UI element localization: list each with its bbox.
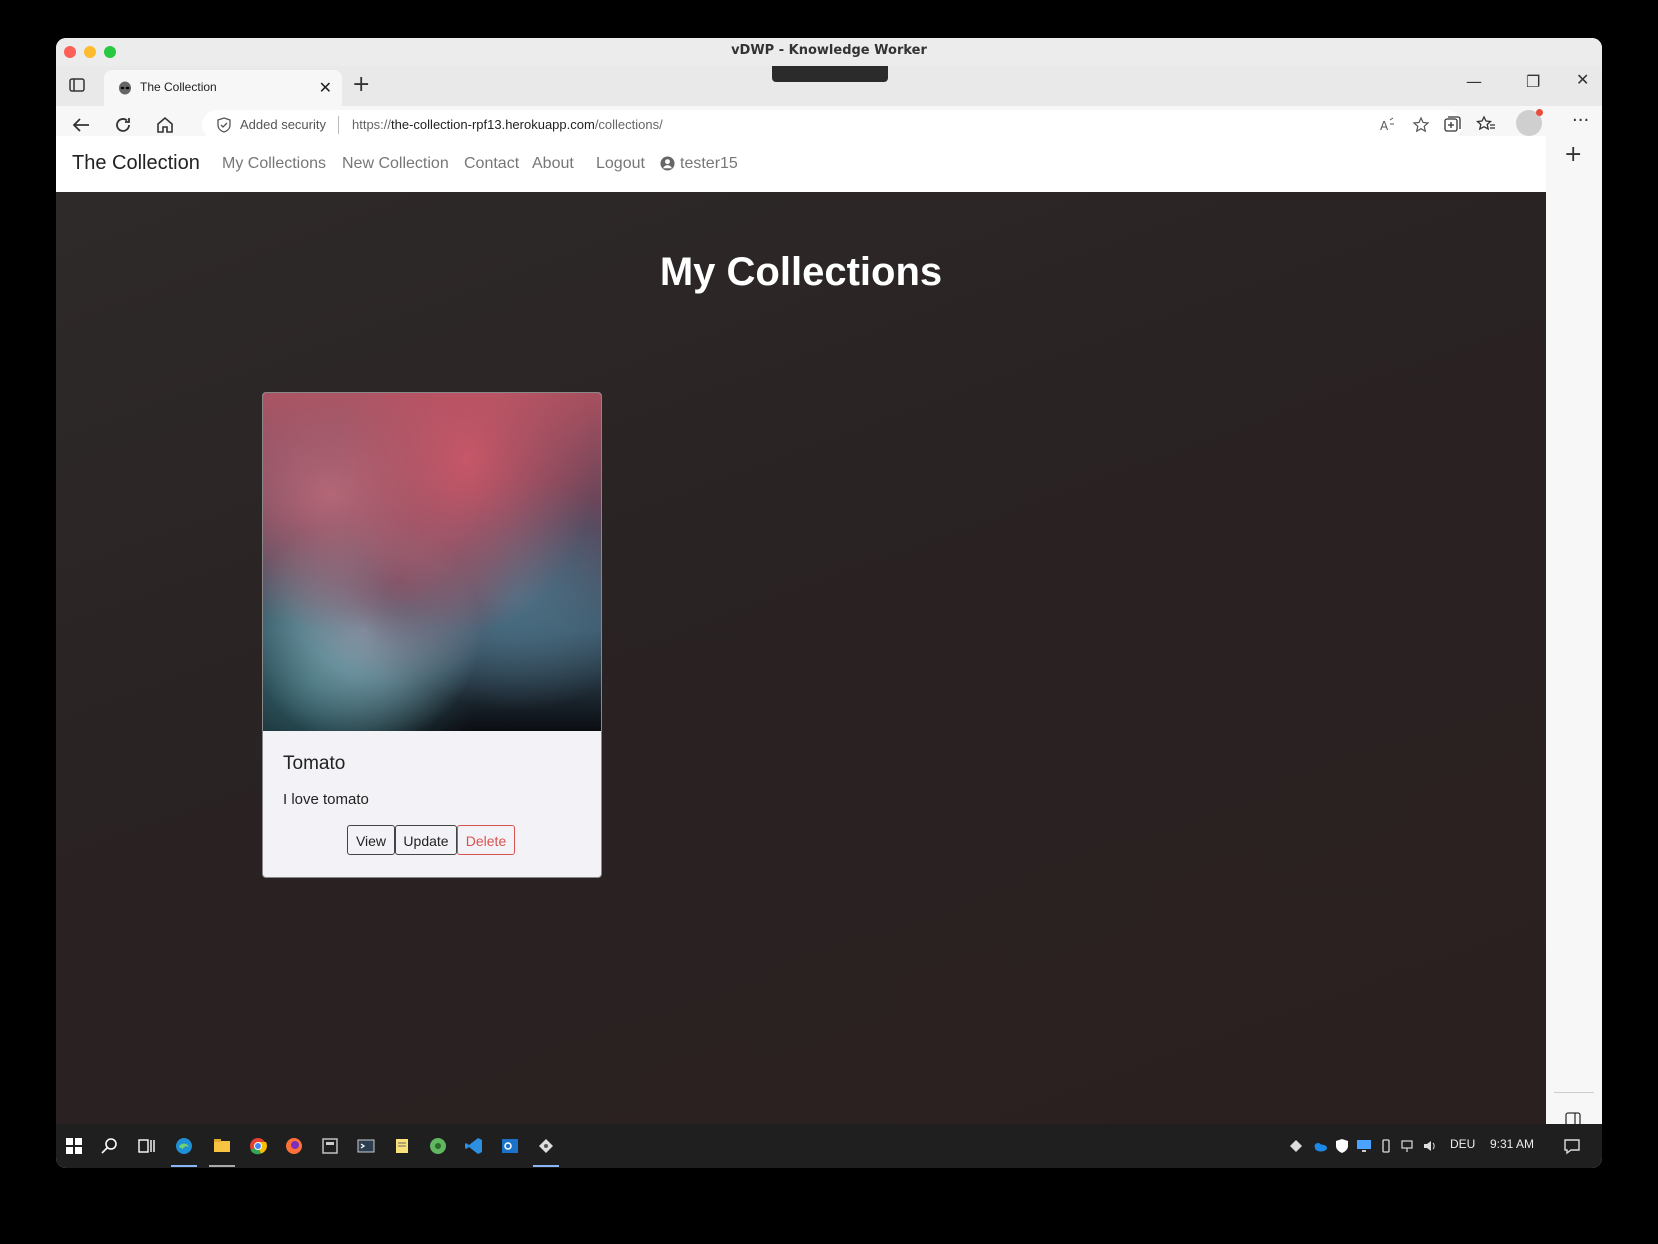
notification-dot	[1536, 109, 1543, 116]
collection-card: Tomato I love tomato View Update Delete	[262, 392, 602, 878]
card-image	[263, 393, 601, 731]
collections-icon[interactable]	[1442, 114, 1462, 134]
tab-the-collection[interactable]: The Collection ✕	[104, 70, 342, 106]
card-description: I love tomato	[283, 791, 369, 808]
usb-tray-icon[interactable]	[1378, 1136, 1394, 1156]
remote-tray-icon[interactable]	[1288, 1136, 1304, 1156]
system-clock[interactable]: 9:31 AM	[1490, 1137, 1534, 1151]
shield-icon	[217, 117, 231, 133]
url-text: https://the-collection-rpf13.herokuapp.c…	[352, 117, 663, 132]
close-tab-icon[interactable]: ✕	[319, 78, 332, 97]
window-title: vDWP - Knowledge Worker	[731, 43, 927, 58]
tab-actions-icon[interactable]	[68, 76, 86, 94]
edge-browser-icon[interactable]	[174, 1136, 194, 1156]
user-circle-icon	[660, 156, 675, 171]
more-options-icon[interactable]: ···	[1572, 110, 1592, 131]
url-separator	[338, 116, 339, 134]
nav-my-collections[interactable]: My Collections	[222, 155, 326, 173]
remote-desktop-icon[interactable]	[536, 1136, 556, 1156]
nav-username[interactable]: tester15	[680, 155, 738, 173]
sidebar-divider	[1554, 1092, 1594, 1093]
windows-start-icon[interactable]	[64, 1136, 84, 1156]
vscode-icon[interactable]	[464, 1136, 484, 1156]
onedrive-icon[interactable]	[1312, 1136, 1328, 1156]
refresh-icon[interactable]	[112, 114, 134, 136]
tab-title: The Collection	[140, 80, 217, 94]
nav-logout[interactable]: Logout	[596, 155, 645, 173]
update-button[interactable]: Update	[395, 825, 457, 855]
restore-icon[interactable]: ❐	[1526, 72, 1540, 91]
url-host: the-collection-rpf13.herokuapp.com	[391, 117, 595, 132]
back-arrow-icon[interactable]	[70, 114, 92, 136]
notification-center-icon[interactable]	[1562, 1136, 1582, 1156]
open-app-indicator	[209, 1165, 235, 1167]
task-view-icon[interactable]	[136, 1136, 156, 1156]
outlook-icon[interactable]	[500, 1136, 520, 1156]
remote-session-handle[interactable]	[772, 66, 888, 82]
store-app-icon[interactable]	[320, 1136, 340, 1156]
close-icon[interactable]: ✕	[1576, 70, 1589, 89]
security-label[interactable]: Added security	[240, 117, 326, 132]
site-brand[interactable]: The Collection	[72, 152, 200, 175]
security-tray-icon[interactable]	[1334, 1136, 1350, 1156]
input-language[interactable]: DEU	[1450, 1137, 1475, 1151]
minimize-icon[interactable]: —	[1466, 72, 1482, 91]
firefox-icon[interactable]	[284, 1136, 304, 1156]
view-button[interactable]: View	[347, 825, 395, 855]
site-navbar: The Collection My Collections New Collec…	[56, 136, 1546, 192]
network-icon[interactable]	[1400, 1136, 1416, 1156]
windows-taskbar: DEU 9:31 AM	[56, 1124, 1602, 1168]
page-content: The Collection My Collections New Collec…	[56, 136, 1546, 1124]
nav-new-collection[interactable]: New Collection	[342, 155, 449, 173]
monitor-tray-icon[interactable]	[1356, 1136, 1372, 1156]
card-title: Tomato	[283, 753, 346, 774]
volume-icon[interactable]	[1422, 1136, 1438, 1156]
nav-contact[interactable]: Contact	[464, 155, 519, 173]
new-tab-icon[interactable]: +	[352, 72, 370, 97]
search-icon[interactable]	[100, 1136, 120, 1156]
file-explorer-icon[interactable]	[212, 1136, 232, 1156]
url-path: /collections/	[594, 117, 663, 132]
favorites-icon[interactable]	[1476, 114, 1496, 134]
page-title: My Collections	[659, 250, 943, 294]
active-app-indicator	[171, 1165, 197, 1167]
open-app-indicator-2	[533, 1165, 559, 1167]
profile-avatar[interactable]	[1516, 109, 1543, 136]
alien-favicon-icon	[119, 81, 131, 95]
nav-about[interactable]: About	[532, 155, 574, 173]
edge-sidebar: +	[1546, 136, 1602, 1163]
add-sidebar-icon[interactable]: +	[1564, 142, 1582, 167]
read-aloud-icon[interactable]: A	[1378, 116, 1396, 134]
home-icon[interactable]	[154, 114, 176, 136]
green-app-icon[interactable]	[428, 1136, 448, 1156]
title-bar: vDWP - Knowledge Worker	[56, 38, 1602, 67]
svg-text:A: A	[1380, 119, 1389, 133]
url-prefix: https://	[352, 117, 392, 132]
delete-button[interactable]: Delete	[457, 825, 515, 855]
notepad-icon[interactable]	[392, 1136, 412, 1156]
browser-window: vDWP - Knowledge Worker The Collection ✕…	[56, 38, 1602, 1168]
add-favorite-icon[interactable]	[1412, 116, 1430, 134]
chrome-icon[interactable]	[248, 1136, 268, 1156]
terminal-icon[interactable]	[356, 1136, 376, 1156]
